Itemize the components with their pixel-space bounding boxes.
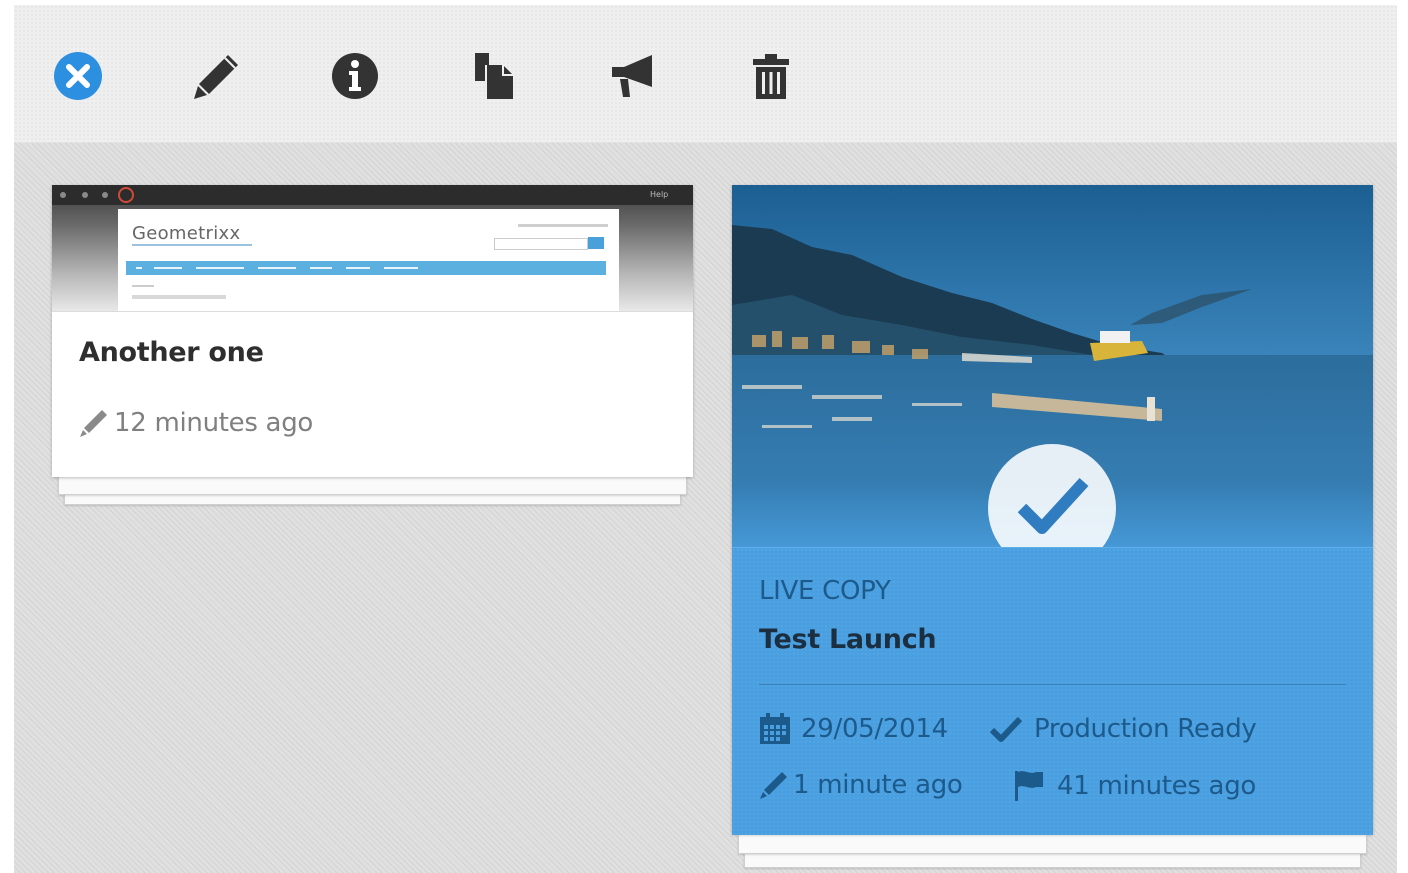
card-title: Test Launch — [759, 624, 937, 655]
card-grid: Help Geometrixx Another one 12 minutes a… — [14, 143, 1397, 873]
card-main[interactable]: Help Geometrixx Another one 12 minutes a… — [52, 185, 693, 477]
card-main[interactable]: LIVE COPY Test Launch 29/05/2014 Product… — [732, 185, 1373, 835]
launch-date: 29/05/2014 — [758, 712, 948, 746]
thumbnail-page: Geometrixx — [118, 209, 619, 311]
app-frame: Help Geometrixx Another one 12 minutes a… — [14, 5, 1397, 873]
info-icon — [332, 53, 378, 99]
copy-button[interactable] — [469, 51, 519, 101]
modified-text: 12 minutes ago — [114, 408, 314, 438]
thumbnail-highlight-ring — [118, 187, 134, 203]
launch-status: Production Ready — [989, 712, 1257, 746]
properties-button[interactable] — [330, 51, 380, 101]
copy-icon — [475, 53, 513, 99]
trash-icon — [753, 54, 789, 99]
card-divider — [759, 684, 1346, 685]
flag-icon — [1015, 771, 1043, 801]
card-modified: 1 minute ago — [758, 769, 963, 801]
megaphone-icon — [612, 55, 652, 97]
checkmark-icon — [989, 716, 1023, 742]
card-body: LIVE COPY Test Launch 29/05/2014 Product… — [732, 547, 1373, 835]
pencil-icon — [760, 772, 787, 799]
calendar-icon — [760, 713, 790, 744]
launch-date-text: 29/05/2014 — [801, 714, 948, 744]
thumbnail-help: Help — [650, 190, 669, 199]
close-circle-icon — [54, 52, 102, 100]
pencil-icon — [80, 410, 107, 437]
checkmark-icon — [1017, 477, 1089, 534]
close-selection-button[interactable] — [53, 51, 103, 101]
delete-button[interactable] — [746, 51, 796, 101]
card-type-label: LIVE COPY — [759, 576, 891, 606]
thumbnail-topbar: Help — [52, 185, 693, 205]
card-title: Another one — [79, 337, 264, 368]
thumbnail-nav — [126, 261, 606, 275]
edit-button[interactable] — [192, 51, 242, 101]
launch-status-text: Production Ready — [1034, 714, 1257, 744]
promote-button[interactable] — [608, 51, 658, 101]
pencil-icon — [194, 55, 238, 99]
card-thumbnail: Help Geometrixx — [52, 185, 693, 312]
card-flagged: 41 minutes ago — [1012, 769, 1256, 803]
selection-toolbar — [14, 5, 1397, 143]
flagged-text: 41 minutes ago — [1057, 771, 1257, 801]
thumbnail-logo: Geometrixx — [132, 223, 241, 244]
card-modified: 12 minutes ago — [78, 407, 313, 439]
modified-text: 1 minute ago — [793, 770, 963, 800]
